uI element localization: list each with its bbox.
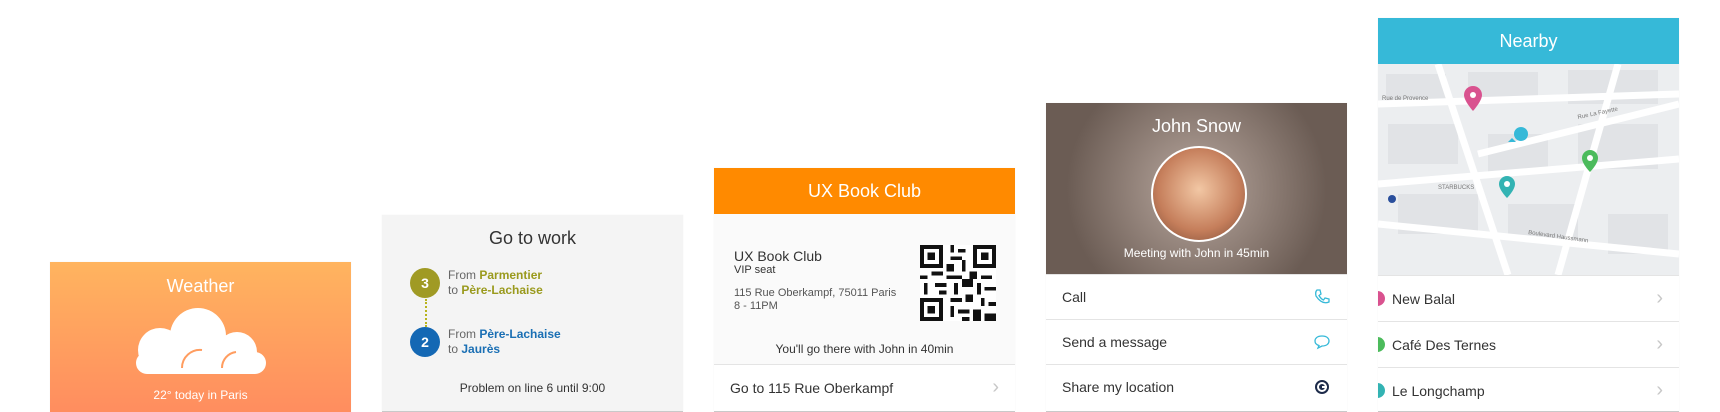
contact-card[interactable]: John Snow Meeting with John in 45min Cal… xyxy=(1046,103,1347,411)
metro-icon xyxy=(1388,195,1396,203)
meeting-subtitle: Meeting with John in 45min xyxy=(1123,246,1270,260)
map-view[interactable]: Rue de Provence Boulevard Haussmann Rue … xyxy=(1378,62,1679,277)
from-word: From xyxy=(448,327,476,341)
directions-button[interactable]: Go to 115 Rue Oberkampf › xyxy=(714,364,1015,410)
event-name: UX Book Club xyxy=(734,248,822,264)
to-word: to xyxy=(448,342,459,356)
nearby-place-item[interactable]: Le Longchamp › xyxy=(1378,367,1679,411)
cloud-icon xyxy=(136,308,266,374)
map-label-street: Rue de Provence xyxy=(1382,96,1429,102)
line-badge: 3 xyxy=(410,268,440,298)
event-address: 115 Rue Oberkampf, 75011 Paris 8 - 11PM xyxy=(734,287,896,313)
weather-card[interactable]: Weather 22° today in Paris xyxy=(50,262,351,412)
nearby-place-item[interactable]: Café Des Ternes › xyxy=(1378,321,1679,367)
directions-label: Go to 115 Rue Oberkampf xyxy=(730,379,894,396)
place-marker-icon xyxy=(1378,337,1385,352)
route-connector xyxy=(425,299,427,327)
send-message-button[interactable]: Send a message xyxy=(1046,319,1347,364)
nearby-header: Nearby xyxy=(1378,18,1679,64)
transit-card[interactable]: Go to work 3 From Parmentier to Père-Lac… xyxy=(382,215,683,411)
place-name: Café Des Ternes xyxy=(1392,336,1497,353)
chevron-right-icon: › xyxy=(992,376,999,398)
ticket-body: UX Book Club VIP seat 115 Rue Oberkampf,… xyxy=(714,214,1015,364)
chevron-right-icon: › xyxy=(1656,287,1663,309)
nearby-place-item[interactable]: New Balal › xyxy=(1378,275,1679,321)
message-label: Send a message xyxy=(1062,334,1168,350)
transit-segment: 3 From Parmentier to Père-Lachaise xyxy=(410,268,543,298)
nearby-card[interactable]: Nearby Rue de Provence Boulevard Haussma… xyxy=(1378,18,1679,411)
call-button[interactable]: Call xyxy=(1046,274,1347,319)
weather-summary: 22° today in Paris xyxy=(153,388,248,402)
share-location-label: Share my location xyxy=(1062,379,1175,395)
contact-hero: John Snow Meeting with John in 45min xyxy=(1046,103,1347,274)
from-word: From xyxy=(448,268,476,282)
contact-name: John Snow xyxy=(1151,116,1242,136)
chat-bubble-icon xyxy=(1314,335,1330,350)
service-alert: Problem on line 6 until 9:00 xyxy=(459,381,606,395)
call-label: Call xyxy=(1062,289,1087,305)
avatar xyxy=(1151,146,1247,242)
chevron-right-icon: › xyxy=(1656,333,1663,355)
location-share-icon xyxy=(1315,380,1329,394)
line-badge: 2 xyxy=(410,327,440,357)
to-station: Père-Lachaise xyxy=(461,283,543,297)
share-location-button[interactable]: Share my location xyxy=(1046,364,1347,409)
from-station: Parmentier xyxy=(479,268,543,282)
to-station: Jaurès xyxy=(461,342,501,356)
address-line: 115 Rue Oberkampf, 75011 Paris xyxy=(734,287,897,299)
transit-segment: 2 From Père-Lachaise to Jaurès xyxy=(410,327,561,357)
to-word: to xyxy=(448,283,459,297)
transit-title: Go to work xyxy=(488,228,577,248)
phone-icon xyxy=(1315,289,1330,304)
from-station: Père-Lachaise xyxy=(479,327,561,341)
qr-code-icon xyxy=(920,245,996,321)
event-time: 8 - 11PM xyxy=(734,300,778,312)
chevron-right-icon: › xyxy=(1656,379,1663,401)
place-marker-icon xyxy=(1378,383,1385,398)
ticket-card[interactable]: UX Book Club UX Book Club VIP seat 115 R… xyxy=(714,168,1015,411)
street-map: Rue de Provence Boulevard Haussmann Rue … xyxy=(1378,62,1679,277)
place-name: New Balal xyxy=(1392,290,1456,307)
weather-title: Weather xyxy=(166,276,235,296)
ticket-header: UX Book Club xyxy=(714,168,1015,214)
place-name: Le Longchamp xyxy=(1392,382,1485,399)
place-marker-icon xyxy=(1378,291,1385,306)
ticket-note: You'll go there with John in 40min xyxy=(775,342,954,356)
map-label-poi: STARBUCKS xyxy=(1438,185,1474,191)
seat-type: VIP seat xyxy=(734,264,776,276)
